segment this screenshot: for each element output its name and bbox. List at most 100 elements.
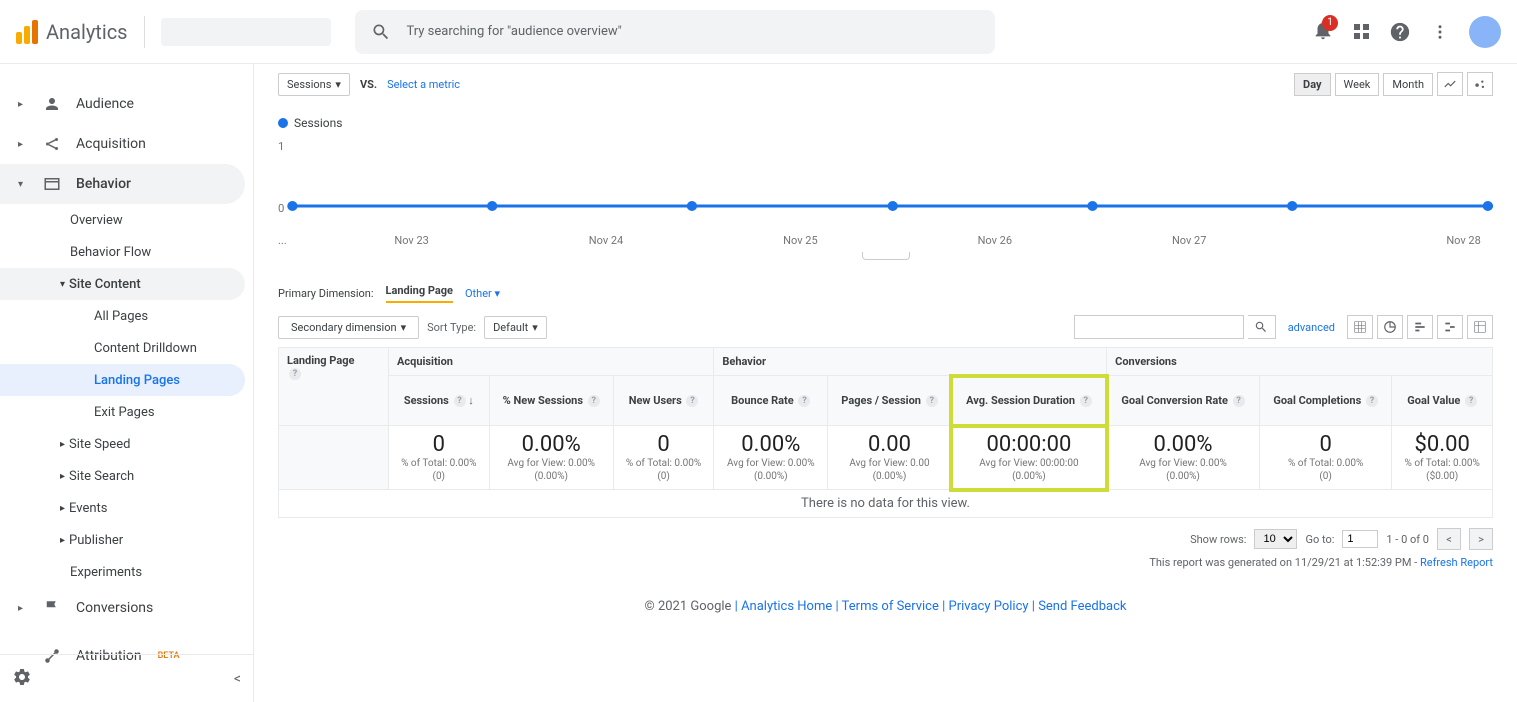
val-7: 0% of Total: 0.00%(0) — [1259, 426, 1391, 490]
col-3[interactable]: Bounce Rate ? — [714, 376, 828, 426]
sidebar-item-site-search[interactable]: ▸Site Search — [0, 460, 245, 492]
user-avatar[interactable] — [1469, 16, 1501, 48]
col-8[interactable]: Goal Value ? — [1392, 376, 1493, 426]
sidebar-item-landing-pages[interactable]: Landing Pages — [0, 364, 245, 396]
col-1[interactable]: % New Sessions ? — [489, 376, 613, 426]
settings-button[interactable] — [12, 667, 32, 691]
footer-link-privacy[interactable]: Privacy Policy — [949, 599, 1029, 614]
sidebar-item-overview[interactable]: Overview — [0, 204, 245, 236]
next-page-button[interactable]: > — [1469, 528, 1493, 550]
sidebar-item-acquisition[interactable]: ▸Acquisition — [0, 124, 245, 164]
flag-icon — [42, 598, 62, 618]
col-2[interactable]: New Users ? — [613, 376, 714, 426]
val-6: 0.00%Avg for View: 0.00%(0.00%) — [1107, 426, 1260, 490]
sidebar-item-exit-pages[interactable]: Exit Pages — [0, 396, 245, 428]
prev-page-button[interactable]: < — [1437, 528, 1461, 550]
person-icon — [42, 94, 62, 114]
time-week-button[interactable]: Week — [1335, 73, 1380, 96]
view-bar-button[interactable] — [1407, 315, 1433, 339]
gear-icon — [12, 667, 32, 687]
show-rows-label: Show rows: — [1190, 533, 1246, 546]
col-0[interactable]: Sessions ? ↓ — [389, 376, 490, 426]
notifications-button[interactable]: 1 — [1312, 19, 1334, 45]
property-selector[interactable] — [161, 18, 331, 46]
sort-type-label: Sort Type: — [427, 321, 476, 334]
table-search-button[interactable] — [1248, 315, 1276, 339]
prim-dim-label: Primary Dimension: — [278, 287, 374, 300]
select-metric-link[interactable]: Select a metric — [387, 78, 460, 91]
vs-label: VS. — [360, 78, 377, 91]
divider — [144, 16, 145, 48]
sidebar-item-publisher[interactable]: ▸Publisher — [0, 524, 245, 556]
col-7[interactable]: Goal Completions ? — [1259, 376, 1391, 426]
comparison-icon — [1443, 320, 1457, 334]
val-0: 0% of Total: 0.00%(0) — [389, 426, 490, 490]
pivot-icon — [1473, 320, 1487, 334]
pie-icon — [1383, 320, 1397, 334]
data-table: Landing Page? Acquisition Behavior Conve… — [278, 347, 1493, 518]
view-pivot-button[interactable] — [1467, 315, 1493, 339]
footer-link-feedback[interactable]: Send Feedback — [1038, 599, 1126, 614]
advanced-link[interactable]: advanced — [1288, 321, 1335, 334]
go-to-label: Go to: — [1305, 533, 1334, 546]
col-6[interactable]: Goal Conversion Rate ? — [1107, 376, 1260, 426]
chevron-down-icon: ▾ — [401, 321, 407, 334]
prim-dim-value[interactable]: Landing Page — [386, 284, 453, 303]
col-landing-page[interactable]: Landing Page? — [279, 348, 389, 426]
chart-type-line-button[interactable] — [1437, 72, 1463, 96]
col-5[interactable]: Avg. Session Duration ? — [951, 376, 1106, 426]
line-chart-icon — [1443, 77, 1457, 91]
collapse-sidebar-button[interactable]: < — [234, 671, 241, 687]
table-search-input[interactable] — [1074, 315, 1244, 339]
more-icon[interactable] — [1431, 23, 1449, 41]
time-month-button[interactable]: Month — [1383, 73, 1433, 96]
sidebar-item-events[interactable]: ▸Events — [0, 492, 245, 524]
chevron-down-icon: ▾ — [495, 287, 501, 300]
chart-grip-handle[interactable] — [862, 252, 910, 260]
sidebar-item-site-content[interactable]: ▾Site Content — [0, 268, 245, 300]
footer-link-home[interactable]: Analytics Home — [741, 599, 832, 614]
bar-icon — [1413, 320, 1427, 334]
chevron-down-icon: ▾ — [335, 78, 341, 91]
other-dim-link[interactable]: Other ▾ — [465, 287, 500, 300]
sidebar-item-all-pages[interactable]: All Pages — [0, 300, 245, 332]
col-4[interactable]: Pages / Session ? — [828, 376, 952, 426]
sidebar-item-audience[interactable]: ▸Audience — [0, 84, 245, 124]
footer-link-tos[interactable]: Terms of Service — [842, 599, 939, 614]
sidebar-item-content-drilldown[interactable]: Content Drilldown — [0, 332, 245, 364]
sidebar-item-site-speed[interactable]: ▸Site Speed — [0, 428, 245, 460]
rows-per-page-select[interactable]: 10 — [1254, 529, 1297, 549]
page-icon — [42, 174, 62, 194]
help-icon[interactable] — [1389, 21, 1411, 43]
metric-selector[interactable]: Sessions ▾ — [278, 73, 350, 96]
group-behavior: Behavior — [714, 348, 1107, 376]
sidebar-item-behavior-flow[interactable]: Behavior Flow — [0, 236, 245, 268]
sessions-chart[interactable]: 1 0 — [278, 136, 1493, 226]
view-table-button[interactable] — [1347, 315, 1373, 339]
app-logo[interactable]: Analytics — [16, 20, 128, 44]
search-bar[interactable]: Try searching for "audience overview" — [355, 10, 995, 54]
chart-xaxis: ... Nov 23 Nov 24 Nov 25 Nov 26 Nov 27 N… — [278, 234, 1493, 247]
table-icon — [1353, 320, 1367, 334]
sidebar-item-conversions[interactable]: ▸Conversions — [0, 588, 245, 628]
sidebar-item-behavior[interactable]: ▾Behavior — [0, 164, 245, 204]
chart-type-motion-button[interactable] — [1467, 72, 1493, 96]
time-day-button[interactable]: Day — [1294, 73, 1331, 96]
sidebar-footer: < — [0, 654, 253, 702]
group-acquisition: Acquisition — [389, 348, 714, 376]
generated-text: This report was generated on 11/29/21 at… — [278, 556, 1493, 569]
view-pie-button[interactable] — [1377, 315, 1403, 339]
help-icon[interactable]: ? — [289, 368, 301, 380]
app-header: Analytics Try searching for "audience ov… — [0, 0, 1517, 64]
analytics-icon — [16, 20, 38, 44]
go-to-input[interactable] — [1342, 530, 1378, 548]
sidebar-item-experiments[interactable]: Experiments — [0, 556, 245, 588]
no-data-message: There is no data for this view. — [279, 490, 1493, 518]
main-content: Sessions ▾ VS. Select a metric Day Week … — [254, 64, 1517, 702]
apps-button[interactable] — [1354, 24, 1369, 39]
dimension-row: Primary Dimension: Landing Page Other ▾ — [278, 284, 1493, 303]
refresh-report-link[interactable]: Refresh Report — [1420, 556, 1493, 569]
secondary-dimension-button[interactable]: Secondary dimension ▾ — [278, 316, 419, 339]
view-comparison-button[interactable] — [1437, 315, 1463, 339]
sort-type-selector[interactable]: Default ▾ — [484, 316, 547, 339]
